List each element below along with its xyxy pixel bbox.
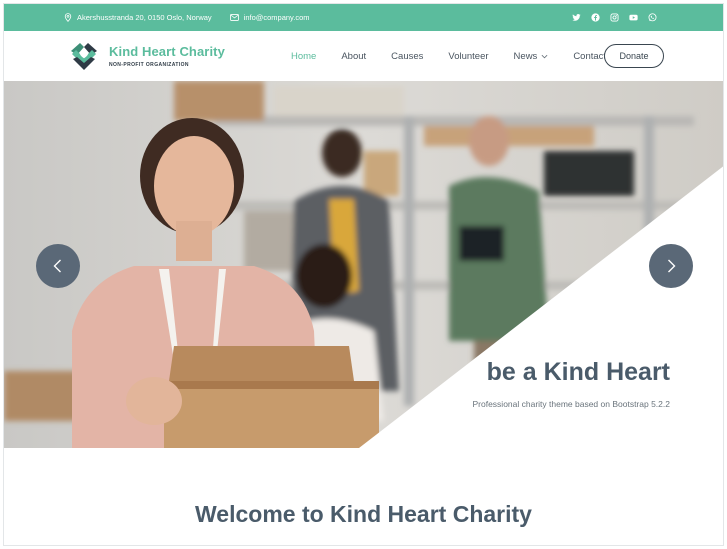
slider-next-button[interactable]: [649, 244, 693, 288]
address-item: Akershusstranda 20, 0150 Oslo, Norway: [64, 13, 212, 22]
social-links: [572, 4, 657, 31]
nav-item-label: Causes: [391, 51, 424, 62]
page: Akershusstranda 20, 0150 Oslo, Norway in…: [3, 3, 724, 546]
facebook-icon[interactable]: [591, 13, 600, 22]
nav-item-label: About: [341, 51, 367, 62]
slider-prev-button[interactable]: [36, 244, 80, 288]
hero-slider: be a Kind Heart Professional charity the…: [4, 81, 723, 448]
chevron-down-icon: [541, 54, 548, 59]
donate-button[interactable]: Donate: [604, 44, 664, 68]
top-bar: Akershusstranda 20, 0150 Oslo, Norway in…: [4, 4, 723, 31]
location-pin-icon: [64, 13, 72, 22]
nav-item-news[interactable]: News: [514, 51, 549, 62]
brand-title: Kind Heart Charity: [109, 44, 225, 59]
welcome-title: Welcome to Kind Heart Charity: [195, 501, 532, 527]
twitter-icon[interactable]: [572, 13, 581, 22]
envelope-icon: [229, 14, 239, 21]
nav-item-contact[interactable]: Contact: [573, 51, 606, 62]
nav-item-label: Home: [291, 51, 317, 62]
brand-logo[interactable]: Kind Heart Charity NON-PROFIT ORGANIZATI…: [67, 39, 225, 73]
hero-subtitle: Professional charity theme based on Boot…: [472, 399, 670, 409]
contact-info: Akershusstranda 20, 0150 Oslo, Norway in…: [64, 4, 310, 31]
navbar: Kind Heart Charity NON-PROFIT ORGANIZATI…: [4, 31, 723, 82]
chevron-left-icon: [53, 259, 61, 273]
chevron-right-icon: [668, 259, 676, 273]
email-item[interactable]: info@company.com: [229, 13, 310, 22]
nav-item-about[interactable]: About: [341, 51, 366, 62]
hero-title: be a Kind Heart: [486, 358, 670, 386]
nav-item-volunteer[interactable]: Volunteer: [448, 51, 488, 62]
email-link[interactable]: info@company.com: [244, 13, 310, 22]
main-nav: Home About Causes Volunteer News Contact: [291, 31, 631, 82]
address-text: Akershusstranda 20, 0150 Oslo, Norway: [77, 13, 212, 22]
nav-item-label: News: [513, 51, 538, 62]
nav-item-causes[interactable]: Causes: [391, 51, 423, 62]
youtube-icon[interactable]: [629, 13, 638, 22]
nav-item-label: Volunteer: [448, 51, 489, 62]
brand-subtitle: NON-PROFIT ORGANIZATION: [109, 62, 189, 68]
nav-item-home[interactable]: Home: [291, 51, 316, 62]
hero-image: [4, 81, 723, 448]
nav-item-label: Contact: [573, 51, 607, 62]
whatsapp-icon[interactable]: [648, 13, 657, 22]
hands-heart-icon: [71, 43, 97, 70]
instagram-icon[interactable]: [610, 13, 619, 22]
